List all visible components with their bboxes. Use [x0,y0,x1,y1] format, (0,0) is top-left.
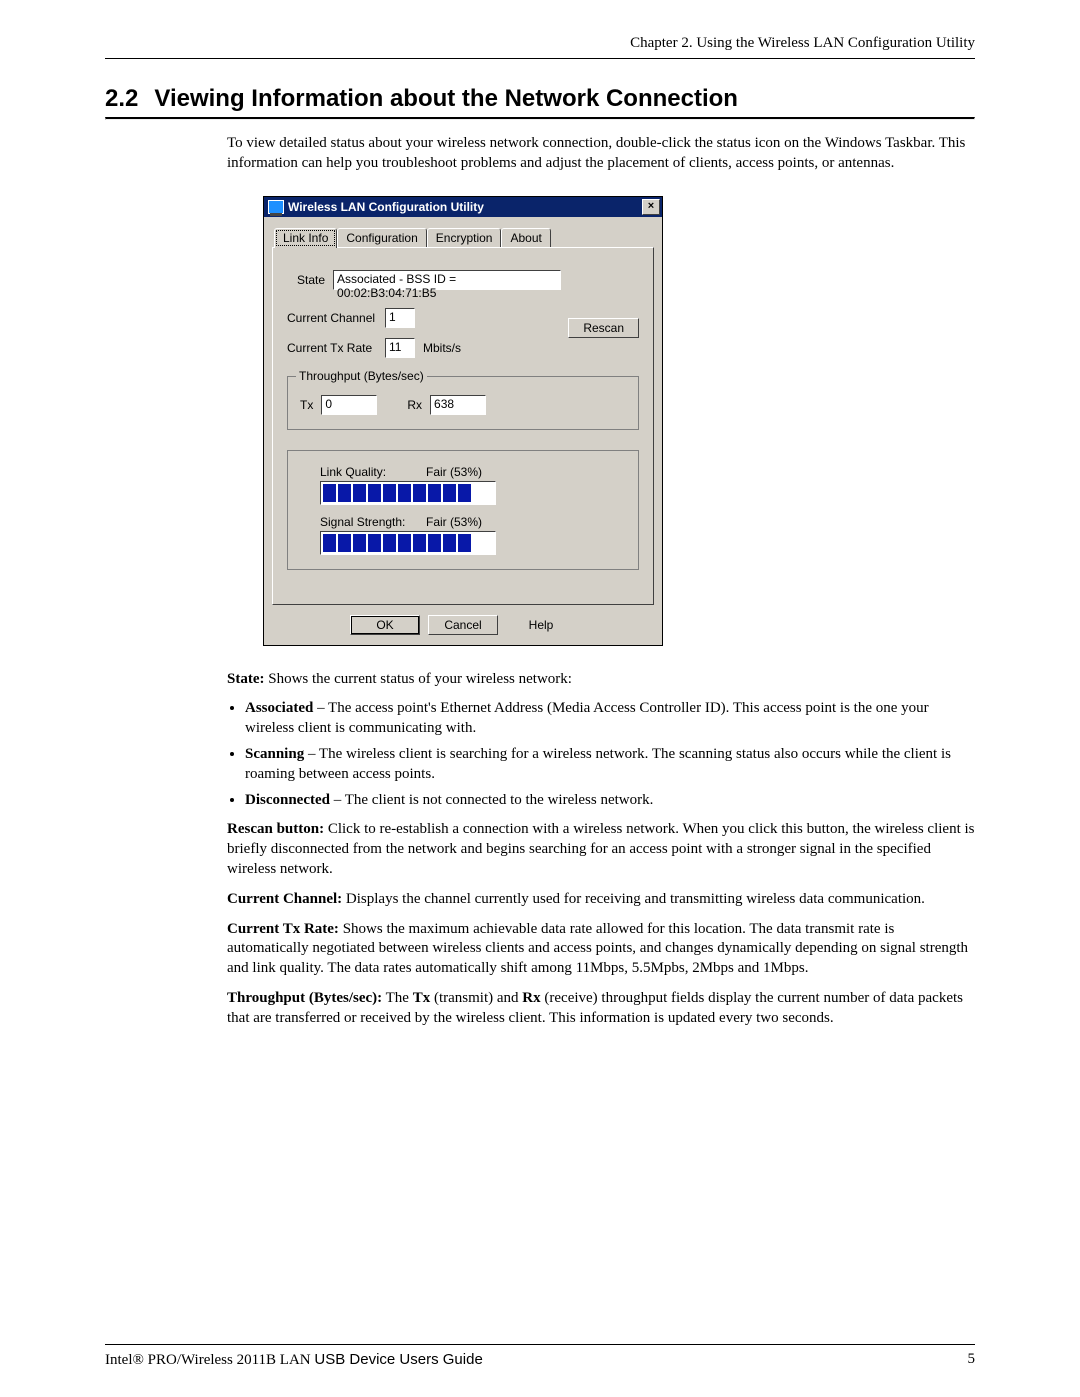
intro-paragraph: To view detailed status about your wirel… [227,134,975,174]
state-label: State [297,273,325,287]
signal-value: Fair (53%) [426,515,482,529]
throughput-group: Throughput (Bytes/sec) Tx 0 Rx 638 [287,376,639,430]
state-field: Associated - BSS ID = 00:02:B3:04:71:B5 [333,270,561,290]
state-desc: State: Shows the current status of your … [227,670,975,690]
wlan-dialog: Wireless LAN Configuration Utility × Lin… [263,196,663,646]
dialog-titlebar: Wireless LAN Configuration Utility × [264,197,662,217]
cancel-button[interactable]: Cancel [428,615,498,635]
chapter-line: Chapter 2. Using the Wireless LAN Config… [105,35,975,52]
signal-meter [320,531,496,555]
tab-encryption[interactable]: Encryption [427,228,502,248]
close-icon[interactable]: × [642,199,660,215]
link-quality-label: Link Quality: [320,465,412,479]
throughput-desc: Throughput (Bytes/sec): The Tx (transmit… [227,989,975,1029]
signal-label: Signal Strength: [320,515,412,529]
app-icon [268,200,284,214]
list-item: Disconnected – The client is not connect… [245,791,975,811]
link-quality-value: Fair (53%) [426,465,482,479]
link-quality-meter [320,481,496,505]
footer-left-serif: Intel® PRO/Wireless 2011B LAN [105,1352,314,1368]
tx-field: 0 [321,395,377,415]
page-number: 5 [968,1351,976,1369]
state-bullets: Associated – The access point's Ethernet… [227,699,975,810]
tab-strip: Link Info Configuration Encryption About [274,227,654,247]
help-button[interactable]: Help [506,615,576,635]
txrate-label: Current Tx Rate [287,341,377,355]
rx-label: Rx [407,398,422,412]
list-item: Scanning – The wireless client is search… [245,745,975,785]
rescan-button[interactable]: Rescan [568,318,639,338]
dialog-title: Wireless LAN Configuration Utility [288,200,484,214]
channel-field: 1 [385,308,415,328]
quality-group: Link Quality: Fair (53%) Signal Strength… [287,450,639,570]
page-footer: Intel® PRO/Wireless 2011B LAN USB Device… [105,1344,975,1369]
rx-field: 638 [430,395,486,415]
section-underline [105,117,975,120]
tab-configuration[interactable]: Configuration [337,228,426,248]
channel-desc: Current Channel: Displays the channel cu… [227,890,975,910]
section-heading: 2.2 Viewing Information about the Networ… [105,85,975,113]
section-title-text: Viewing Information about the Network Co… [154,85,738,113]
throughput-legend: Throughput (Bytes/sec) [296,369,427,383]
section-number: 2.2 [105,85,138,113]
ok-button[interactable]: OK [350,615,420,635]
txrate-field: 11 [385,338,415,358]
header-rule [105,58,975,59]
tab-link-info[interactable]: Link Info [274,228,337,248]
tab-about[interactable]: About [501,228,550,248]
tx-label: Tx [300,398,313,412]
channel-label: Current Channel [287,311,377,325]
txrate-desc: Current Tx Rate: Shows the maximum achie… [227,920,975,979]
txrate-unit: Mbits/s [423,341,461,355]
rescan-desc: Rescan button: Click to re-establish a c… [227,820,975,879]
footer-left-sans: USB Device Users Guide [314,1351,482,1368]
tab-pane: State Associated - BSS ID = 00:02:B3:04:… [272,247,654,605]
list-item: Associated – The access point's Ethernet… [245,699,975,739]
